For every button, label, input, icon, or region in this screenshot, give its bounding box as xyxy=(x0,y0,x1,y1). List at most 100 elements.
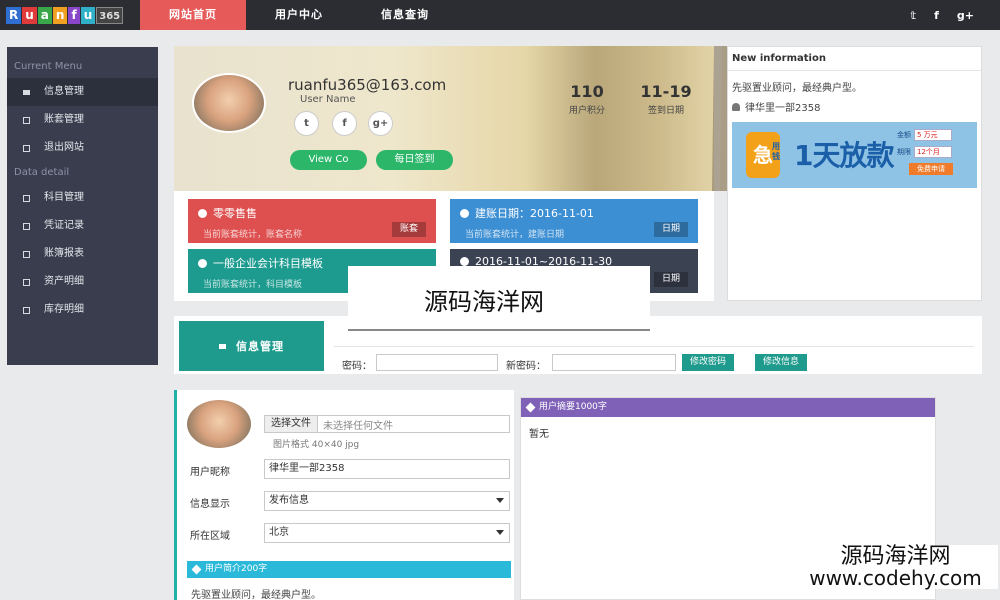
nickname-input[interactable]: 律华里一部2358 xyxy=(264,459,510,479)
display-value: 发布信息 xyxy=(269,495,309,506)
sidebar-item-label: 账套管理 xyxy=(44,114,84,125)
sidebar-item-logout[interactable]: 退出网站 xyxy=(7,134,158,162)
loan-ad-banner[interactable]: 急 用钱 1天放款 金额 5 万元 期限 12个月 免费申请 xyxy=(732,122,977,188)
summary-header: 用户摘要1000字 xyxy=(521,398,935,417)
tile-title-text: 零零售售 xyxy=(213,207,257,220)
twitter-icon[interactable]: 𝕥 xyxy=(911,9,917,22)
site-logo[interactable]: Ru a n f u 365 xyxy=(6,5,124,25)
tile-tag: 账套 xyxy=(391,222,426,237)
choose-file-button[interactable]: 选择文件 xyxy=(265,416,318,432)
square-icon xyxy=(23,278,30,286)
region-value: 北京 xyxy=(269,527,289,538)
nav-user-center[interactable]: 用户中心 xyxy=(246,0,352,30)
points-label: 用户积分 xyxy=(568,106,605,116)
tile-title: 零零售售 xyxy=(198,205,257,221)
amount-select[interactable]: 5 万元 xyxy=(914,128,952,141)
new-password-input[interactable] xyxy=(552,354,676,371)
password-input[interactable] xyxy=(376,354,498,371)
logo-letter: u xyxy=(80,6,96,24)
display-label: 信息显示 xyxy=(190,499,230,510)
term-label: 期限 xyxy=(897,147,911,156)
sidebar-item-label: 账簿报表 xyxy=(44,248,84,259)
tile-title-text: 一般企业会计科目模板 xyxy=(213,257,323,270)
square-icon xyxy=(23,194,30,202)
profile-form: 选择文件 未选择任何文件 图片格式 40×40 jpg 用户昵称 律华里一部23… xyxy=(174,390,514,600)
logo-letter: a xyxy=(37,6,52,24)
google-plus-icon[interactable]: g+ xyxy=(957,9,974,22)
main-nav: 网站首页 用户中心 信息查询 xyxy=(140,0,458,30)
menu-icon xyxy=(23,89,30,95)
logo-letter: R xyxy=(6,6,22,24)
nav-home[interactable]: 网站首页 xyxy=(140,0,246,30)
avatar-file-input[interactable]: 选择文件 未选择任何文件 xyxy=(264,415,510,433)
sidebar-section-data-detail: Data detail xyxy=(14,167,70,178)
change-info-button[interactable]: 修改信息 xyxy=(755,354,808,371)
sidebar-item-label: 退出网站 xyxy=(44,142,84,153)
tile-account-name[interactable]: 零零售售 当前账套统计，账套名称 账套 xyxy=(188,199,436,243)
new-information-panel: New information 先驱置业顾问，最经典户型。 律华里一部2358 … xyxy=(727,46,982,301)
intro-text[interactable]: 先驱置业顾问，最经典户型。 xyxy=(191,586,321,600)
sidebar-section-current-menu: Current Menu xyxy=(14,61,83,72)
sidebar-item-vouchers[interactable]: 凭证记录 xyxy=(7,212,158,240)
sidebar-item-label: 凭证记录 xyxy=(44,220,84,231)
info-manage-header: 信息管理 xyxy=(179,321,324,371)
points-stat: 110 用户积分 xyxy=(562,82,612,116)
sidebar-item-label: 信息管理 xyxy=(44,86,84,97)
intro-header: 用户简介200字 xyxy=(187,561,511,578)
profile-hero: ruanfu365@163.com User Name t f g+ View … xyxy=(174,46,744,191)
display-select[interactable]: 发布信息 xyxy=(264,491,510,511)
logo-number: 365 xyxy=(96,6,124,24)
avatar[interactable] xyxy=(192,73,266,133)
sidebar-item-info-manage[interactable]: 信息管理 xyxy=(7,78,158,106)
tile-subtitle: 当前账套统计，科目模板 xyxy=(203,280,303,290)
circle-icon xyxy=(460,208,469,218)
google-plus-icon[interactable]: g+ xyxy=(368,111,393,136)
sidebar-item-label: 资产明细 xyxy=(44,276,84,287)
twitter-icon[interactable]: t xyxy=(294,111,319,136)
watermark: 源码海洋网 xyxy=(348,266,650,331)
new-password-label: 新密码： xyxy=(506,361,546,372)
tile-open-date[interactable]: 建账日期：2016-11-01 当前账套统计，建账日期 日期 xyxy=(450,199,698,243)
summary-title: 用户摘要1000字 xyxy=(539,402,607,412)
summary-textarea[interactable]: 暂无 xyxy=(521,417,935,448)
term-select[interactable]: 12个月 xyxy=(914,145,952,158)
nav-info-query[interactable]: 信息查询 xyxy=(352,0,458,30)
square-icon xyxy=(23,250,30,258)
apply-button[interactable]: 免费申请 xyxy=(909,162,953,175)
image-format-hint: 图片格式 40×40 jpg xyxy=(273,440,360,450)
watermark-cn: 源码海洋网 xyxy=(840,544,951,569)
social-links: 𝕥 f g+ xyxy=(911,0,974,30)
square-icon xyxy=(23,222,30,230)
square-icon xyxy=(23,144,30,152)
sidebar-item-assets[interactable]: 资产明细 xyxy=(7,268,158,296)
pencil-icon xyxy=(525,402,536,413)
logo-letter: f xyxy=(68,6,80,24)
circle-icon xyxy=(460,257,469,266)
facebook-icon[interactable]: f xyxy=(332,111,357,136)
change-password-button[interactable]: 修改密码 xyxy=(682,354,735,371)
pencil-icon xyxy=(191,564,202,575)
info-user-text: 律华里一部2358 xyxy=(745,103,821,114)
username-label: User Name xyxy=(300,94,356,105)
region-label: 所在区域 xyxy=(190,531,230,542)
sidebar-item-inventory[interactable]: 库存明细 xyxy=(7,296,158,324)
signin-label: 签到日期 xyxy=(647,106,684,116)
facebook-icon[interactable]: f xyxy=(934,9,939,22)
info-user-line: 律华里一部2358 xyxy=(732,99,820,114)
sidebar-item-account-manage[interactable]: 账套管理 xyxy=(7,106,158,134)
daily-signin-button[interactable]: 每日签到 xyxy=(376,150,453,170)
sidebar-item-ledger-reports[interactable]: 账簿报表 xyxy=(7,240,158,268)
nickname-label: 用户昵称 xyxy=(190,467,230,478)
info-manage-label: 信息管理 xyxy=(236,340,284,353)
user-icon xyxy=(732,102,740,111)
logo-letter: u xyxy=(22,6,37,24)
banner-headline: 1天放款 xyxy=(794,139,894,172)
view-button[interactable]: View Co xyxy=(290,150,367,170)
sidebar-item-subjects[interactable]: 科目管理 xyxy=(7,184,158,212)
divider xyxy=(334,346,974,347)
region-select[interactable]: 北京 xyxy=(264,523,510,543)
no-file-text: 未选择任何文件 xyxy=(323,420,393,432)
banner-money: 用钱 xyxy=(772,142,780,161)
amount-label: 金额 xyxy=(897,130,911,139)
tile-title: 建账日期：2016-11-01 xyxy=(460,205,594,221)
